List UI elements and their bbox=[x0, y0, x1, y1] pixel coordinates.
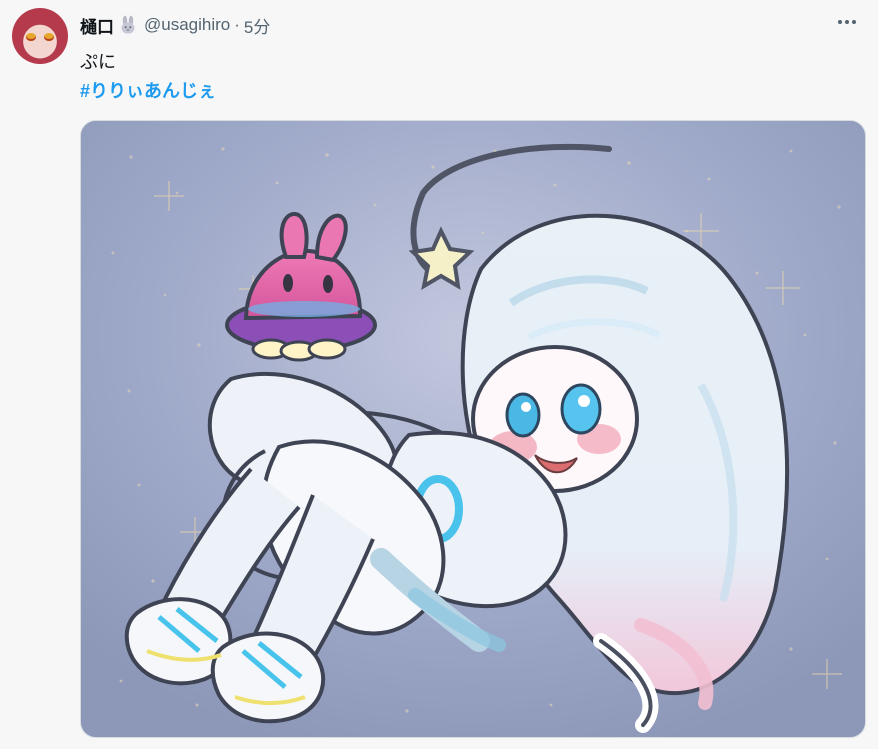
tweet-header: 樋口 @usagihiro · 5分 bbox=[80, 12, 270, 38]
more-dot-3 bbox=[852, 20, 856, 24]
avatar-right-eye bbox=[44, 33, 54, 41]
post-time[interactable]: 5分 bbox=[244, 13, 270, 38]
author-handle[interactable]: @usagihiro bbox=[144, 15, 230, 35]
hashtag-link[interactable]: #りりぃあんじぇ bbox=[80, 77, 216, 103]
more-dot-1 bbox=[838, 20, 842, 24]
more-options-icon[interactable] bbox=[834, 12, 860, 32]
more-dot-2 bbox=[845, 20, 849, 24]
bunny-icon bbox=[118, 15, 138, 35]
tweet-image[interactable] bbox=[80, 120, 866, 738]
avatar-left-eye bbox=[26, 33, 36, 41]
author-display-name[interactable]: 樋口 bbox=[80, 13, 114, 38]
author-avatar[interactable] bbox=[12, 8, 68, 64]
tweet-text: ぷに bbox=[80, 52, 116, 72]
tweet-card: 樋口 @usagihiro · 5分 ぷに #りりぃあんじぇ bbox=[0, 0, 878, 749]
meta-separator: · bbox=[234, 15, 240, 34]
